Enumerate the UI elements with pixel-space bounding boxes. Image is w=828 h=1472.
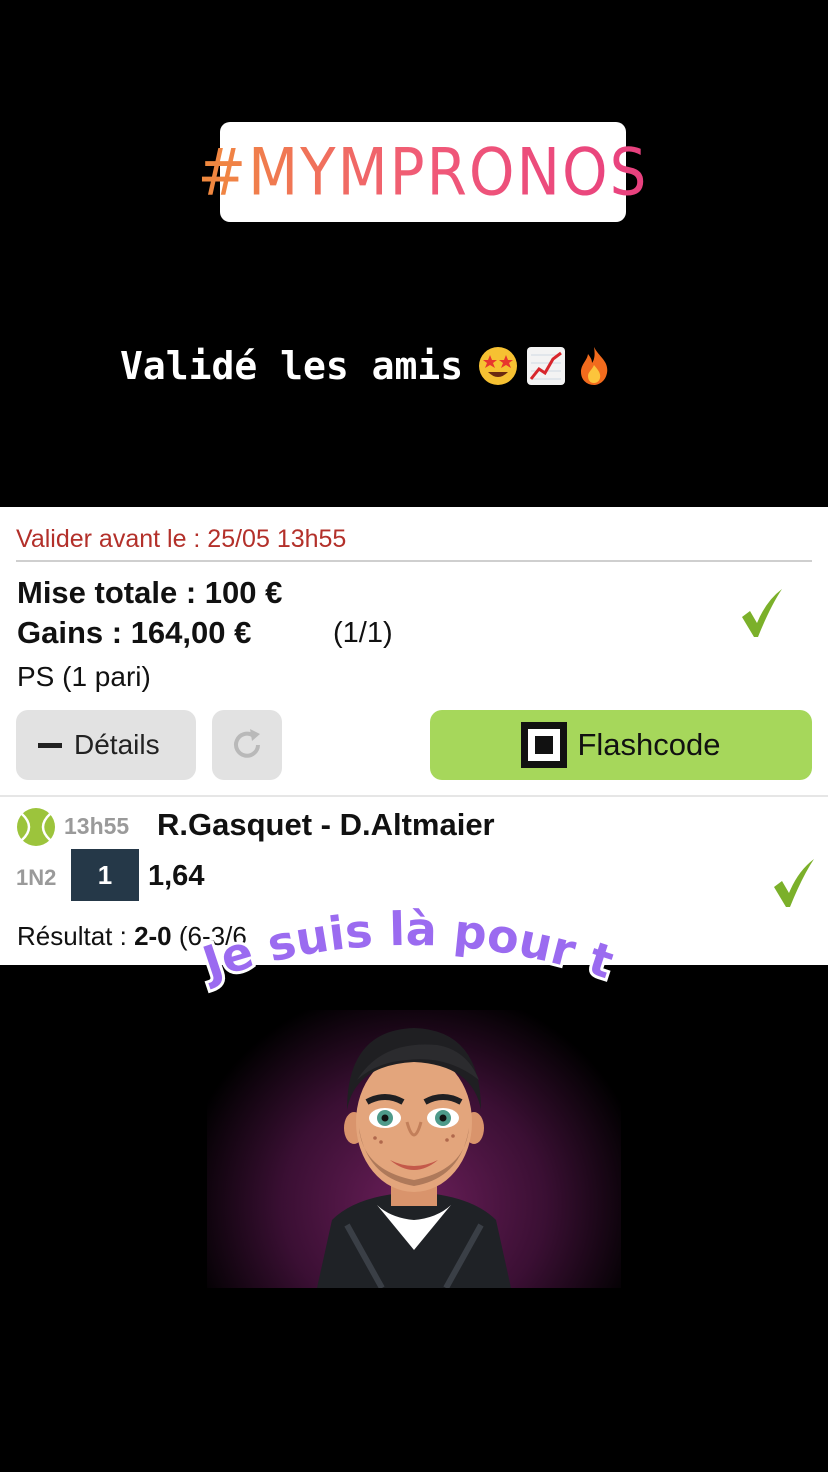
sticker-text: Je suis là pour toi: [200, 905, 620, 994]
match-title: R.Gasquet - D.Altmaier: [157, 807, 495, 842]
flashcode-button[interactable]: Flashcode: [430, 710, 812, 780]
details-label: Détails: [74, 729, 160, 760]
bet-count: (1/1): [333, 617, 393, 649]
result-label: Résultat :: [17, 921, 135, 951]
validation-deadline: Valider avant le : 25/05 13h55: [16, 525, 347, 553]
qr-code-icon: [521, 722, 568, 768]
details-button[interactable]: Détails: [16, 710, 196, 780]
selected-outcome-badge: 1: [71, 849, 139, 901]
tennis-ball-icon: [17, 808, 55, 846]
refresh-icon: [234, 729, 260, 758]
svg-text:Je suis là pour toi: Je suis là pour toi: [200, 905, 620, 991]
sticker-caption: Je suis là pour toi: [200, 905, 620, 994]
refresh-button[interactable]: [212, 710, 282, 780]
potential-winnings: Gains : 164,00 €: [17, 615, 252, 650]
divider: [16, 560, 812, 562]
market-type: 1N2: [16, 865, 57, 890]
bet-slip-card: Valider avant le : 25/05 13h55 Mise tota…: [0, 507, 828, 965]
chart-increasing-emoji-icon: [527, 347, 566, 385]
validated-check-icon: [742, 589, 782, 637]
fire-emoji-icon: [581, 347, 608, 385]
avatar-icon: [317, 1028, 511, 1288]
caption-text: Validé les amis: [120, 344, 464, 388]
avatar-sticker: [207, 1010, 621, 1288]
bet-type: PS (1 pari): [17, 661, 151, 692]
star-struck-emoji-icon: [479, 347, 518, 385]
caption-emojis: [477, 345, 615, 387]
odds-value: 1,64: [148, 860, 205, 892]
story-caption: Validé les amis: [120, 336, 615, 396]
minus-icon: [38, 742, 62, 748]
hashtag-text: #MYMPRONOS: [197, 133, 649, 211]
bet-won-check-icon: [774, 859, 814, 907]
match-time: 13h55: [64, 813, 130, 839]
section-divider: [0, 795, 828, 797]
result-score: 2-0: [134, 921, 172, 951]
hashtag-sticker: #MYMPRONOS: [198, 122, 646, 222]
flashcode-label: Flashcode: [577, 727, 721, 762]
total-stake: Mise totale : 100 €: [17, 575, 283, 610]
